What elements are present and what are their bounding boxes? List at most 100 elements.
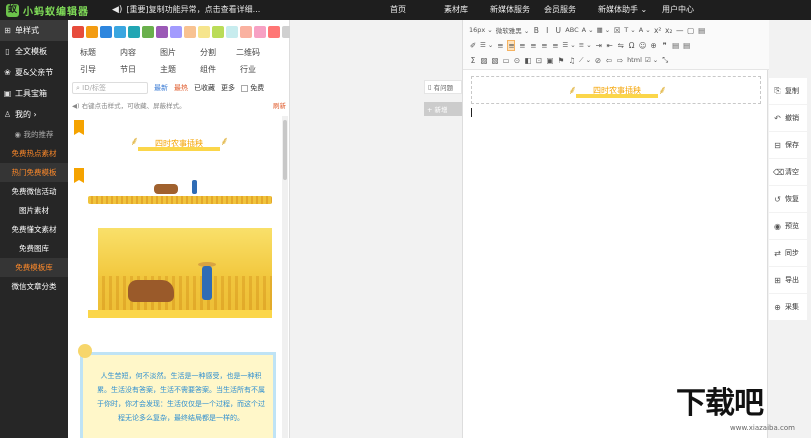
toolbar-button[interactable]: ▧ [491,56,499,65]
toolbar-button[interactable]: ♫ [568,56,576,65]
material-card-quote[interactable]: 人生苦短，何不淡然。生活是一种感受，也是一种积累。生活没有答案，生活不需要答案。… [74,338,282,438]
sidebar-sub-recommend[interactable]: ◉ 我的推荐 [0,125,68,144]
toolbar-button[interactable]: ⤡ [661,55,669,65]
question-button[interactable]: ▯ 有问题 [424,80,462,94]
action-3[interactable]: ⌫ 清空 [769,159,807,186]
toolbar-button[interactable]: T ⌄ [624,26,635,34]
nav-home[interactable]: 首页 [390,4,436,15]
nav-user-center[interactable]: 用户中心 [662,4,708,15]
category-theme[interactable]: 主题 [148,64,188,75]
category-guide[interactable]: 引导 [68,64,108,75]
material-card-image[interactable] [74,226,282,322]
scrollbar-thumb[interactable] [283,120,287,180]
toolbar-button[interactable]: ◧ [524,56,532,65]
category-component[interactable]: 组件 [188,64,228,75]
nav-media-assistant[interactable]: 新媒体助手 ⌄ [598,4,662,15]
panel-scrollbar[interactable] [282,116,288,438]
category-festival[interactable]: 节日 [108,64,148,75]
toolbar-button[interactable]: ☰ ⌄ [480,41,493,49]
toolbar-button[interactable]: ▦ ⌄ [597,26,611,34]
toolbar-button[interactable]: ⊡ [535,56,543,65]
toolbar-button[interactable]: B [532,26,540,35]
color-swatch[interactable] [72,26,84,38]
category-image[interactable]: 图片 [148,47,188,58]
color-swatch[interactable] [198,26,210,38]
toolbar-button[interactable]: A ⌄ [639,26,651,34]
color-swatch[interactable] [142,26,154,38]
category-divider[interactable]: 分割 [188,47,228,58]
toolbar-button[interactable]: Σ [469,56,477,65]
sidebar-sub-images[interactable]: 图片素材 [0,201,68,220]
color-swatch[interactable] [254,26,266,38]
category-content[interactable]: 内容 [108,47,148,58]
toolbar-button[interactable]: ≡ [518,41,526,50]
toolbar-button[interactable]: ≡ [507,39,516,51]
toolbar-button[interactable]: ≡ [551,41,559,50]
color-swatch[interactable] [86,26,98,38]
sidebar-item-mine[interactable]: ♙ 我的 › [0,104,68,125]
toolbar-button[interactable]: ☰ ⌄ [562,41,575,49]
filter-favorited[interactable]: 已收藏 [194,83,215,93]
notice-bar[interactable]: ◀) [重要]复制功能异常，点击查看详细... [112,4,260,15]
sidebar-sub-template-library[interactable]: 免费模板库 [0,258,68,277]
toolbar-button[interactable]: ☒ [613,26,621,35]
toolbar-button[interactable]: I [543,26,551,35]
sidebar-item-toolbox[interactable]: ▣ 工具宝箱 [0,83,68,104]
toolbar-button[interactable]: 微软雅黑 ⌄ [496,25,530,35]
toolbar-button[interactable]: ☑ ⌄ [645,56,658,64]
toolbar-button[interactable]: ≡ [540,41,548,50]
action-8[interactable]: ⊕ 采集 [769,294,807,321]
action-7[interactable]: ⊞ 导出 [769,267,807,294]
action-0[interactable]: ⎘ 复制 [769,78,807,105]
sidebar-sub-hot-materials[interactable]: 免费热点素材 [0,144,68,163]
toolbar-button[interactable]: ⊙ [513,56,521,65]
toolbar-button[interactable]: html [627,56,642,64]
add-new-button[interactable]: + 新增 [424,102,462,116]
toolbar-button[interactable]: ABC [565,26,578,34]
sidebar-sub-hot-templates[interactable]: 热门免费模板 [0,163,68,182]
category-industry[interactable]: 行业 [228,64,268,75]
filter-more[interactable]: 更多 [221,83,235,93]
filter-newest[interactable]: 最新 [154,83,168,93]
toolbar-button[interactable]: ❞ [661,41,669,50]
toolbar-button[interactable]: Ω [628,41,636,50]
toolbar-button[interactable]: A ⌄ [582,26,594,34]
document-banner-block[interactable]: ⸙ 四时农事插秧 ⸙ [471,76,761,104]
toolbar-button[interactable]: ▤ [698,26,706,35]
sidebar-sub-article-materials[interactable]: 免费懂文素材 [0,220,68,239]
toolbar-button[interactable]: ▭ [502,56,510,65]
color-swatch[interactable] [128,26,140,38]
toolbar-button[interactable]: ▤ [672,41,680,50]
action-4[interactable]: ↺ 恢复 [769,186,807,213]
toolbar-button[interactable]: ▨ [480,56,488,65]
toolbar-button[interactable]: ▤ [683,41,691,50]
sidebar-sub-article-categories[interactable]: 微信文章分类 [0,277,68,296]
toolbar-button[interactable]: ⇦ [605,56,613,65]
toolbar-button[interactable]: ⇤ [606,41,614,50]
toolbar-button[interactable]: 16px ⌄ [469,26,493,34]
action-1[interactable]: ↶ 撤销 [769,105,807,132]
search-input[interactable]: ⌕ ID/标签 [72,82,148,94]
toolbar-button[interactable]: ⊘ [594,56,602,65]
toolbar-button[interactable]: ≡ [496,41,504,50]
free-checkbox[interactable]: 免费 [241,83,264,93]
sidebar-sub-gallery[interactable]: 免费图库 [0,239,68,258]
color-swatch[interactable] [100,26,112,38]
toolbar-button[interactable]: ▢ [687,26,695,35]
material-card-divider[interactable] [74,168,282,210]
color-swatch[interactable] [226,26,238,38]
color-swatch[interactable] [240,26,252,38]
nav-library[interactable]: 素材库 [444,4,490,15]
color-swatch[interactable] [212,26,224,38]
action-2[interactable]: ⊟ 保存 [769,132,807,159]
sidebar-item-single-style[interactable]: ⊞ 单样式 [0,20,68,41]
toolbar-button[interactable]: ⇥ [595,41,603,50]
action-6[interactable]: ⇄ 同步 [769,240,807,267]
toolbar-button[interactable]: ⟋ ⌄ [579,56,591,65]
toolbar-button[interactable]: ≡ [529,41,537,50]
nav-media-service[interactable]: 新媒体服务 [490,4,544,15]
category-qrcode[interactable]: 二维码 [228,47,268,58]
toolbar-button[interactable]: ✐ [469,41,477,50]
color-swatch[interactable] [184,26,196,38]
notice-text[interactable]: [重要]复制功能异常，点击查看详细... [126,4,260,15]
